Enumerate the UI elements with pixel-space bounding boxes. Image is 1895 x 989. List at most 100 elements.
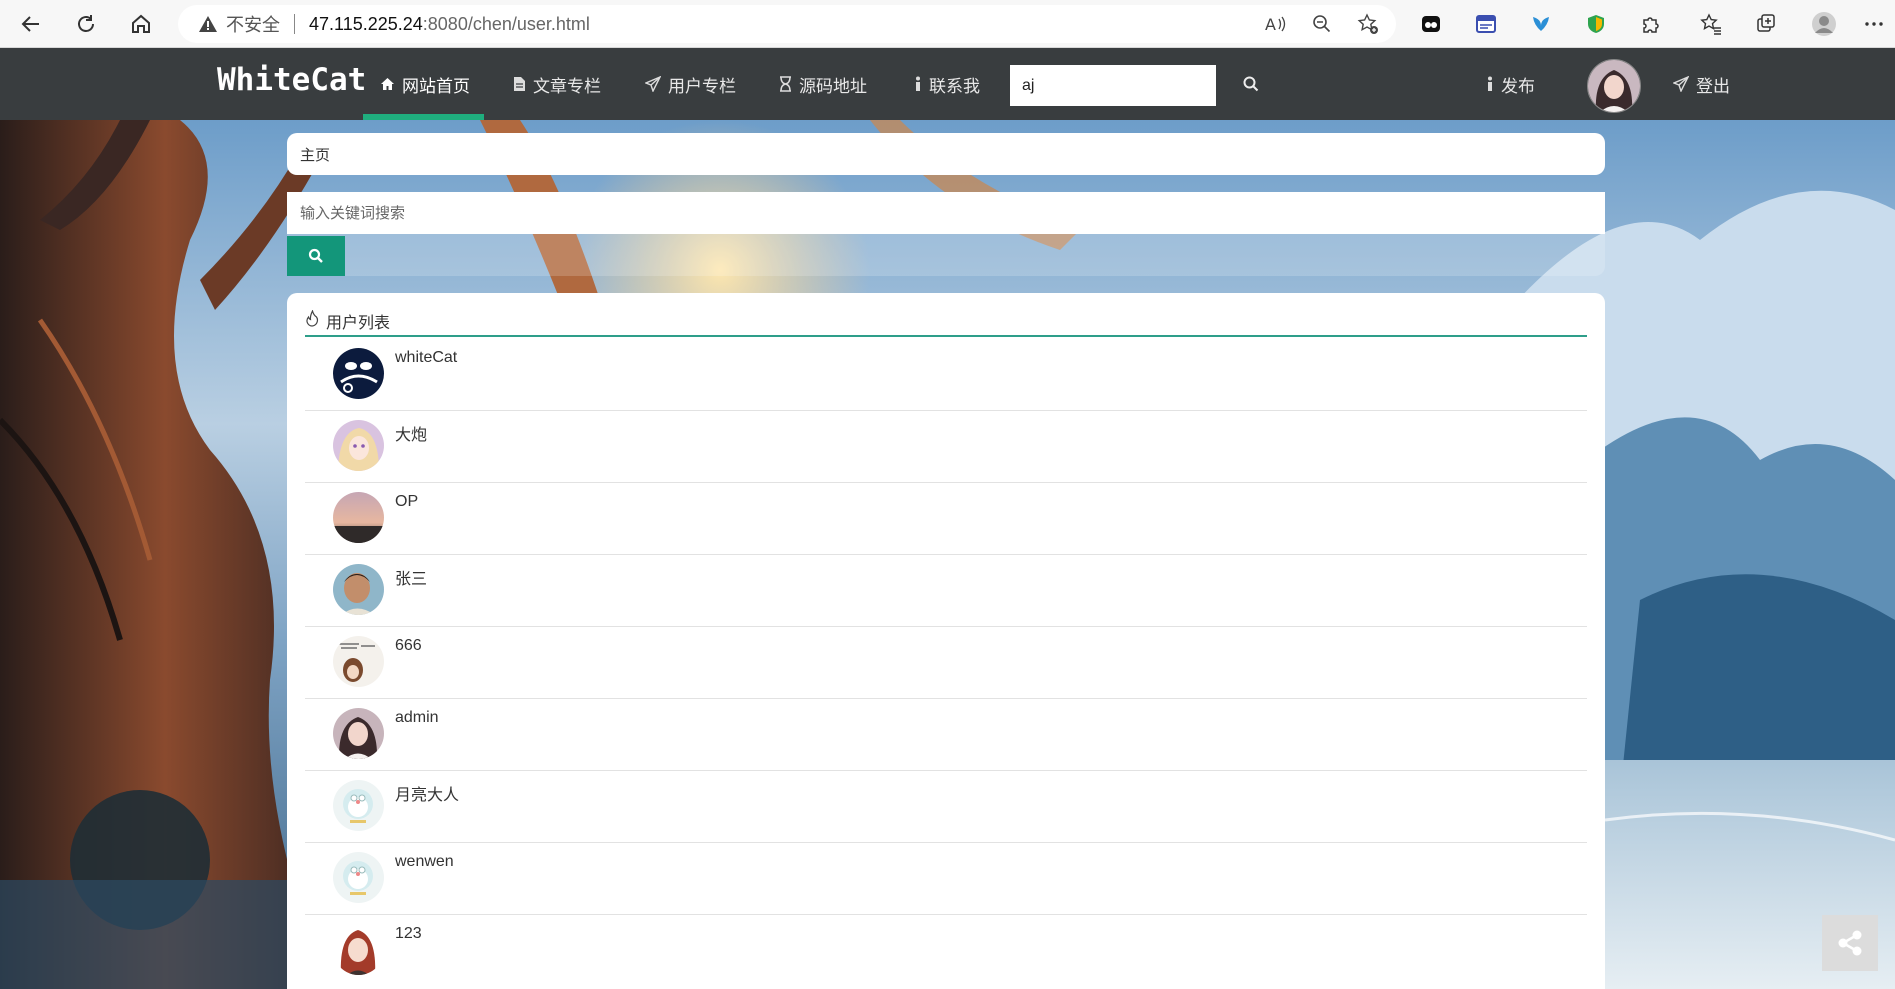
user-avatar[interactable] — [333, 924, 384, 975]
profile-icon — [1812, 12, 1836, 36]
nav-search-input[interactable] — [1010, 65, 1216, 106]
user-avatar[interactable] — [333, 708, 384, 759]
user-name[interactable]: 大炮 — [395, 421, 427, 445]
file-icon — [514, 77, 525, 91]
user-row[interactable]: 123 — [305, 915, 1587, 987]
user-avatar[interactable] — [1587, 59, 1641, 113]
active-tab-indicator — [363, 114, 484, 120]
search-icon — [308, 248, 323, 263]
add-favorite-button[interactable] — [1354, 10, 1382, 38]
nav-articles[interactable]: 文章专栏 — [513, 48, 601, 120]
user-avatar[interactable] — [333, 636, 384, 687]
site-logo[interactable]: WhiteCat — [217, 62, 366, 98]
user-name[interactable]: wenwen — [395, 853, 454, 871]
svg-text:A: A — [1265, 15, 1276, 34]
site-navbar: WhiteCat 网站首页 文章专栏 用户专栏 源码地址 联系我 发布 — [0, 48, 1895, 120]
user-name[interactable]: 张三 — [395, 565, 427, 589]
address-bar[interactable]: 不安全 47.115.225.24:8080/chen/user.html — [178, 5, 1396, 43]
robot-cat-avatar-image — [333, 780, 384, 831]
fire-icon — [306, 310, 319, 327]
user-avatar[interactable] — [333, 564, 384, 615]
user-row[interactable]: 张三 — [305, 555, 1587, 627]
home-icon — [381, 78, 394, 90]
user-row[interactable]: OP — [305, 483, 1587, 555]
back-button[interactable] — [17, 10, 45, 38]
window-extension-icon — [1476, 15, 1496, 33]
home-button[interactable] — [127, 10, 155, 38]
user-row[interactable]: 月亮大人 — [305, 771, 1587, 843]
web-page: WhiteCat 网站首页 文章专栏 用户专栏 源码地址 联系我 发布 — [0, 48, 1895, 989]
publish-link[interactable]: 发布 — [1486, 48, 1535, 120]
refresh-button[interactable] — [72, 10, 100, 38]
nav-articles-label: 文章专栏 — [533, 76, 601, 97]
avatar-image — [1588, 60, 1640, 112]
profile-button[interactable] — [1810, 10, 1838, 38]
paper-plane-icon — [1673, 76, 1689, 92]
home-icon — [132, 14, 150, 33]
share-button[interactable] — [1822, 915, 1878, 971]
user-name[interactable]: whiteCat — [395, 349, 457, 367]
extension-button-1[interactable] — [1417, 10, 1445, 38]
user-name[interactable]: OP — [395, 493, 418, 511]
info-icon — [916, 76, 920, 91]
woman-avatar-image — [333, 708, 384, 759]
user-avatar[interactable] — [333, 492, 384, 543]
red-hair-girl-avatar-image — [333, 924, 384, 975]
extensions-button[interactable] — [1637, 10, 1665, 38]
breadcrumb: 主页 — [287, 133, 1605, 175]
anime-girl-avatar-image — [333, 420, 384, 471]
user-list-header: 用户列表 — [305, 309, 1587, 337]
user-row[interactable]: admin — [305, 699, 1587, 771]
user-row[interactable]: whiteCat — [305, 339, 1587, 411]
favorites-list-icon — [1700, 13, 1721, 35]
user-list-title: 用户列表 — [326, 313, 391, 332]
url-path: :8080/chen/user.html — [422, 13, 590, 34]
user-row[interactable]: 大炮 — [305, 411, 1587, 483]
nav-home-label: 网站首页 — [402, 76, 470, 97]
url-host: 47.115.225.24 — [309, 13, 423, 34]
favorites-button[interactable] — [1697, 10, 1725, 38]
arrow-left-icon — [21, 16, 39, 32]
more-menu-button[interactable] — [1860, 10, 1888, 38]
keyword-search-button[interactable] — [287, 236, 345, 276]
refresh-icon — [78, 15, 94, 32]
nav-source-label: 源码地址 — [799, 76, 867, 97]
nav-source[interactable]: 源码地址 — [779, 48, 867, 120]
info-icon — [1488, 76, 1492, 91]
user-avatar[interactable] — [333, 348, 384, 399]
nav-search-button[interactable] — [1242, 75, 1264, 97]
zoom-button[interactable] — [1308, 10, 1336, 38]
read-aloud-button[interactable]: A — [1262, 10, 1290, 38]
nav-home[interactable]: 网站首页 — [380, 48, 470, 120]
user-name[interactable]: 666 — [395, 637, 422, 655]
user-name[interactable]: admin — [395, 709, 439, 727]
logout-link[interactable]: 登出 — [1673, 48, 1730, 120]
nav-users[interactable]: 用户专栏 — [645, 48, 736, 120]
user-avatar[interactable] — [333, 420, 384, 471]
user-row[interactable]: wenwen — [305, 843, 1587, 915]
cat-avatar-image — [333, 348, 384, 399]
paper-plane-icon — [645, 76, 661, 92]
star-add-icon — [1357, 13, 1378, 34]
user-name[interactable]: 月亮大人 — [395, 781, 459, 805]
insecure-label: 不安全 — [226, 15, 280, 35]
user-name[interactable]: 123 — [395, 925, 422, 943]
user-row[interactable]: 666 — [305, 627, 1587, 699]
collections-icon — [1757, 14, 1775, 32]
nav-contact[interactable]: 联系我 — [914, 48, 980, 120]
user-avatar[interactable] — [333, 780, 384, 831]
hourglass-icon — [780, 76, 791, 92]
extension-button-3[interactable] — [1527, 10, 1555, 38]
logout-label: 登出 — [1696, 76, 1730, 97]
zoom-out-icon — [1313, 15, 1331, 33]
more-dots-icon — [1865, 22, 1883, 26]
collections-button[interactable] — [1753, 10, 1781, 38]
extension-button-2[interactable] — [1472, 10, 1500, 38]
sunset-avatar-image — [333, 492, 384, 543]
nav-users-label: 用户专栏 — [668, 76, 736, 97]
breadcrumb-home[interactable]: 主页 — [300, 144, 330, 165]
bird-extension-icon — [1533, 17, 1549, 31]
keyword-search-input[interactable] — [287, 192, 1605, 234]
extension-button-4[interactable] — [1582, 10, 1610, 38]
user-avatar[interactable] — [333, 852, 384, 903]
